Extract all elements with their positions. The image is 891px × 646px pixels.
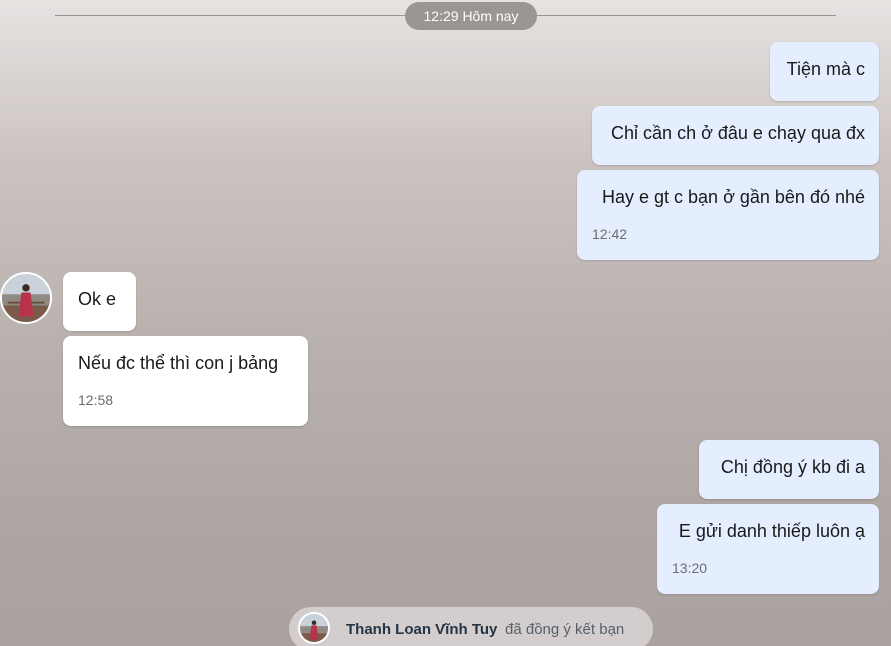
message-text: Ok e: [78, 289, 117, 309]
message-text: Hay e gt c bạn ở gần bên đó nhé: [602, 187, 865, 207]
message-text: Tiện mà c: [786, 59, 865, 79]
message-bubble-outgoing[interactable]: Chỉ cần ch ở đâu e chạy qua đx: [592, 106, 879, 165]
message-timestamp: 12:42: [592, 226, 628, 242]
message-text: E gửi danh thiếp luôn ạ: [678, 521, 865, 541]
message-bubble-outgoing[interactable]: Hay e gt c bạn ở gần bên đó nhé 12:42: [577, 170, 879, 260]
friend-action-text: đã đồng ý kết bạn: [505, 621, 625, 638]
friend-accepted-notice: Thanh Loan Vĩnh Tuy đã đồng ý kết bạn: [289, 607, 653, 646]
message-text: Chỉ cần ch ở đâu e chạy qua đx: [611, 123, 865, 143]
contact-avatar-small[interactable]: [298, 612, 330, 644]
contact-avatar[interactable]: [0, 272, 52, 324]
message-text: Chị đồng ý kb đi a: [720, 457, 865, 477]
avatar-photo-icon: [2, 274, 50, 322]
message-timestamp: 13:20: [672, 560, 708, 576]
message-bubble-outgoing[interactable]: Chị đồng ý kb đi a: [699, 440, 879, 499]
message-bubble-outgoing[interactable]: E gửi danh thiếp luôn ạ 13:20: [657, 504, 879, 594]
friend-name[interactable]: Thanh Loan Vĩnh Tuy: [346, 621, 497, 638]
message-timestamp: 12:58: [78, 392, 114, 408]
message-bubble-outgoing[interactable]: Tiện mà c: [770, 42, 879, 101]
avatar-photo-icon: [300, 614, 328, 642]
message-bubble-incoming[interactable]: Nếu đc thể thì con j bảng 12:58: [63, 336, 308, 426]
message-text: Nếu đc thể thì con j bảng: [78, 353, 279, 373]
message-bubble-incoming[interactable]: Ok e: [63, 272, 136, 331]
date-separator: 12:29 Hôm nay: [405, 2, 537, 30]
